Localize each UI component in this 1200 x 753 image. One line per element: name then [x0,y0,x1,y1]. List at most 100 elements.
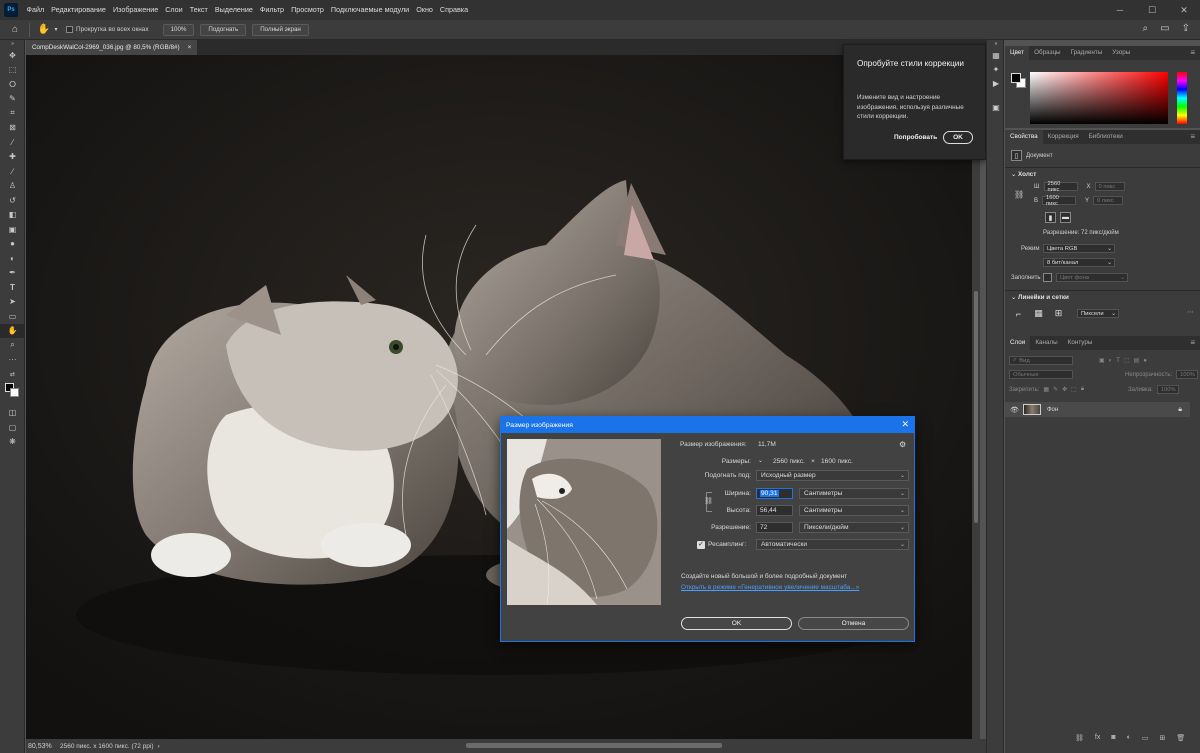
maximize-icon[interactable]: ☐ [1136,0,1168,20]
properties-icon[interactable]: ▣ [987,100,1005,114]
actions-icon[interactable]: ▶ [987,76,1005,90]
tab-gradients[interactable]: Градиенты [1066,46,1108,60]
hand-tool-icon[interactable]: ✋ [36,22,52,38]
link-layers-icon[interactable]: ⛓ [1075,734,1084,742]
canvas-x-field[interactable]: 0 пикс [1094,182,1125,191]
hand-tool-icon[interactable]: ✋ [0,323,25,338]
menu-image[interactable]: Изображение [109,0,161,20]
tab-adjustments[interactable]: Коррекция [1043,130,1084,144]
eye-icon[interactable]: 👁︎ [1010,406,1019,414]
generative-upscale-link[interactable]: Открыть в режиме «Генеративное увеличени… [681,584,859,591]
scrollbar-thumb[interactable] [974,291,978,523]
add-mask-icon[interactable]: ◙ [1111,734,1115,742]
chevron-down-icon[interactable]: ⌄ [1011,294,1016,301]
link-dimensions-icon[interactable]: ⛓ [1014,190,1024,199]
history-icon[interactable]: ▦ [987,48,1005,62]
lock-all-icon[interactable]: 🔒︎ [1081,386,1084,393]
zoom-tool-icon[interactable]: ⌕ [0,338,25,353]
width-input[interactable]: 90,31 [756,488,793,499]
type-tool-icon[interactable]: T [0,280,25,295]
tab-libraries[interactable]: Библиотеки [1084,130,1128,144]
menu-select[interactable]: Выделение [211,0,256,20]
zoom-100-button[interactable]: 100% [162,23,195,36]
canvas-section-title[interactable]: ⌄ Холст [1011,171,1036,178]
image-preview[interactable] [507,439,661,605]
chevron-down-icon[interactable]: ▾ [52,22,60,38]
more-tools-icon[interactable]: ··· [0,353,25,368]
adjustment-presets-icon[interactable]: ✦ [987,62,1005,76]
toolbar-collapse-icon[interactable]: » [0,40,25,48]
units-select[interactable]: Пиксели ⌄ [1077,309,1119,318]
document-info[interactable]: 2560 пикс. x 1600 пикс. (72 ppi) [60,743,154,750]
new-layer-icon[interactable]: ⊞ [1159,734,1165,742]
filter-toggle-icon[interactable]: ● [1143,358,1147,364]
rectangle-tool-icon[interactable]: ▭ [0,309,25,324]
tab-swatches[interactable]: Образцы [1029,46,1065,60]
frame-tool-icon[interactable]: ⊠ [0,121,25,136]
layer-row-background[interactable]: 👁︎ Фон 🔒︎ [1005,402,1190,417]
status-chevron-icon[interactable]: › [158,743,160,750]
lock-image-icon[interactable]: ✎ [1053,386,1058,393]
quick-selection-tool-icon[interactable]: ✎ [0,92,25,107]
eraser-tool-icon[interactable]: ◧ [0,208,25,223]
width-unit-select[interactable]: Сантиметры ⌄ [799,488,909,499]
chevron-down-icon[interactable]: ⌄ [1011,171,1016,178]
document-tab[interactable]: CompDeskWalCol-2969_036.jpg @ 80,5% (RGB… [26,40,198,55]
tip-ok-button[interactable]: OK [943,131,973,144]
hue-slider[interactable] [1177,72,1187,124]
fit-screen-button[interactable]: Подогнать [200,23,247,36]
history-brush-tool-icon[interactable]: ↺ [0,193,25,208]
filter-pixel-icon[interactable]: ▣ [1099,357,1105,364]
opacity-field[interactable]: 100% [1176,370,1199,379]
panel-options-icon[interactable]: ⋯ [1187,308,1194,316]
layer-style-icon[interactable]: fx [1095,734,1100,742]
grid-icon[interactable]: ▦ [1033,308,1044,319]
adjustment-layer-icon[interactable]: ◐ [1127,734,1131,742]
rulers-section-title[interactable]: ⌄ Линейки и сетки [1011,294,1069,301]
marquee-tool-icon[interactable]: ⬚ [0,63,25,78]
dodge-tool-icon[interactable]: ◐ [0,251,25,266]
home-icon[interactable]: ⌂ [7,22,23,38]
pen-tool-icon[interactable]: ✒ [0,266,25,281]
height-unit-select[interactable]: Сантиметры ⌄ [799,505,909,516]
path-selection-tool-icon[interactable]: ➤ [0,295,25,310]
menu-plugins[interactable]: Подключаемые модули [327,0,412,20]
fullscreen-button[interactable]: Полный экран [252,23,309,36]
blur-tool-icon[interactable]: ● [0,237,25,252]
lock-artboard-icon[interactable]: ⬚ [1071,386,1077,393]
blend-mode-select[interactable]: Обычные [1009,370,1073,379]
dimensions-chevron-icon[interactable]: ⌄ [758,457,763,464]
foreground-color-swatch[interactable] [1011,73,1021,83]
minimize-icon[interactable]: ─ [1104,0,1136,20]
clone-stamp-tool-icon[interactable]: ♙ [0,179,25,194]
gradient-tool-icon[interactable]: ▣ [0,222,25,237]
cancel-button[interactable]: Отмена [798,617,909,630]
menu-text[interactable]: Текст [186,0,211,20]
share-icon[interactable]: ⇪ [1182,23,1190,34]
height-input[interactable]: 56,44 [756,505,793,516]
resample-select[interactable]: Автоматически ⌄ [756,539,909,550]
search-icon[interactable]: ⌕ [1143,23,1149,34]
canvas-width-field[interactable]: 2560 пикс [1043,181,1078,193]
healing-brush-tool-icon[interactable]: ✚ [0,150,25,165]
resample-checkbox[interactable]: ✓ [697,541,705,549]
landscape-orientation-icon[interactable]: ▬ [1060,212,1071,223]
lasso-tool-icon[interactable]: ⵔ [0,77,25,92]
close-icon[interactable]: ✕ [901,419,909,430]
layer-search-input[interactable]: ⌕ Вид [1009,356,1073,365]
filter-shape-icon[interactable]: ⬚ [1124,357,1130,364]
scroll-all-windows-checkbox[interactable]: Прокрутка во всех окнах [66,26,149,33]
dialog-titlebar[interactable]: Размер изображения ✕ [501,417,914,433]
filter-adjust-icon[interactable]: ◐ [1109,358,1113,364]
ok-button[interactable]: OK [681,617,792,630]
group-icon[interactable]: ▭ [1142,734,1149,742]
brush-tool-icon[interactable]: ∕ [0,164,25,179]
bit-depth-select[interactable]: 8 бит/канал ⌄ [1043,258,1115,267]
tab-layers[interactable]: Слои [1005,336,1031,350]
resolution-input[interactable]: 72 [756,522,793,533]
screen-mode-icon[interactable]: ▢ [0,420,25,435]
menu-layers[interactable]: Слои [162,0,186,20]
tab-patterns[interactable]: Узоры [1107,46,1135,60]
panel-menu-icon[interactable]: ≡ [1190,338,1195,347]
crop-tool-icon[interactable]: ⌗ [0,106,25,121]
